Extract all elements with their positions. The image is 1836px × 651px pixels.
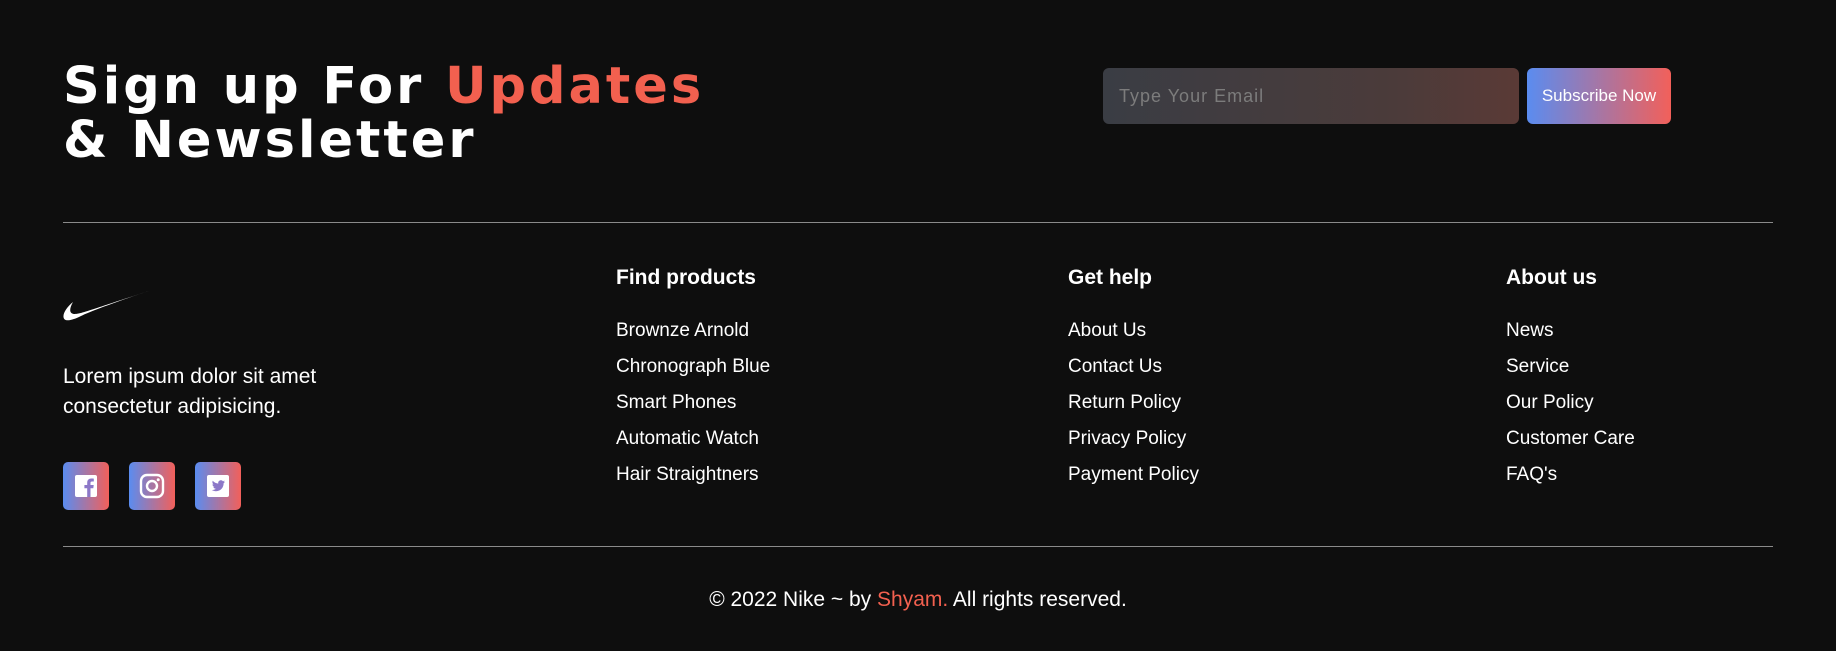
footer-link[interactable]: Payment Policy [1068, 457, 1199, 493]
link-list: About Us Contact Us Return Policy Privac… [1068, 313, 1199, 493]
footer-link[interactable]: Brownze Arnold [616, 313, 770, 349]
link-list: Brownze Arnold Chronograph Blue Smart Ph… [616, 313, 770, 493]
copyright-suffix: All rights reserved. [948, 588, 1127, 611]
nike-swoosh-icon [63, 291, 149, 321]
footer-link[interactable]: About Us [1068, 313, 1199, 349]
brand-column: Lorem ipsum dolor sit amet consectetur a… [63, 290, 383, 510]
footer: Sign up For Updates & Newsletter Subscri… [63, 0, 1773, 651]
social-links [63, 462, 383, 510]
newsletter-section: Sign up For Updates & Newsletter Subscri… [63, 60, 1773, 180]
column-heading: About us [1506, 266, 1597, 289]
footer-link[interactable]: Return Policy [1068, 385, 1199, 421]
facebook-button[interactable] [63, 462, 109, 510]
footer-link[interactable]: Customer Care [1506, 421, 1635, 457]
footer-link[interactable]: Smart Phones [616, 385, 770, 421]
instagram-button[interactable] [129, 462, 175, 510]
email-input[interactable] [1103, 68, 1519, 124]
footer-column-about-us: About us News Service Our Policy Custome… [1506, 265, 1635, 493]
instagram-icon [139, 473, 165, 499]
footer-link[interactable]: Automatic Watch [616, 421, 770, 457]
twitter-icon [207, 475, 229, 497]
top-divider [63, 222, 1773, 223]
copyright-prefix: © 2022 Nike ~ by [709, 588, 878, 611]
brand-description: Lorem ipsum dolor sit amet consectetur a… [63, 365, 317, 418]
facebook-icon [75, 475, 97, 497]
subscribe-form: Subscribe Now [1103, 68, 1671, 124]
footer-link[interactable]: Chronograph Blue [616, 349, 770, 385]
footer-link[interactable]: FAQ's [1506, 457, 1635, 493]
footer-column-find-products: Find products Brownze Arnold Chronograph… [616, 265, 770, 493]
newsletter-title-part2: & Newsletter [63, 111, 477, 170]
copyright-author-link[interactable]: Shyam. [877, 588, 948, 611]
link-list: News Service Our Policy Customer Care FA… [1506, 313, 1635, 493]
newsletter-title-part1: Sign up For [63, 57, 446, 116]
footer-link[interactable]: Hair Straightners [616, 457, 770, 493]
footer-link[interactable]: Service [1506, 349, 1635, 385]
footer-link[interactable]: Our Policy [1506, 385, 1635, 421]
column-heading: Find products [616, 266, 756, 289]
copyright: © 2022 Nike ~ by Shyam. All rights reser… [63, 588, 1773, 612]
newsletter-title-accent: Updates [445, 57, 705, 116]
footer-link[interactable]: Privacy Policy [1068, 421, 1199, 457]
subscribe-button[interactable]: Subscribe Now [1527, 68, 1671, 124]
column-heading: Get help [1068, 266, 1153, 289]
footer-link[interactable]: News [1506, 313, 1635, 349]
twitter-button[interactable] [195, 462, 241, 510]
footer-column-get-help: Get help About Us Contact Us Return Poli… [1068, 265, 1199, 493]
bottom-divider [63, 546, 1773, 547]
footer-link[interactable]: Contact Us [1068, 349, 1199, 385]
